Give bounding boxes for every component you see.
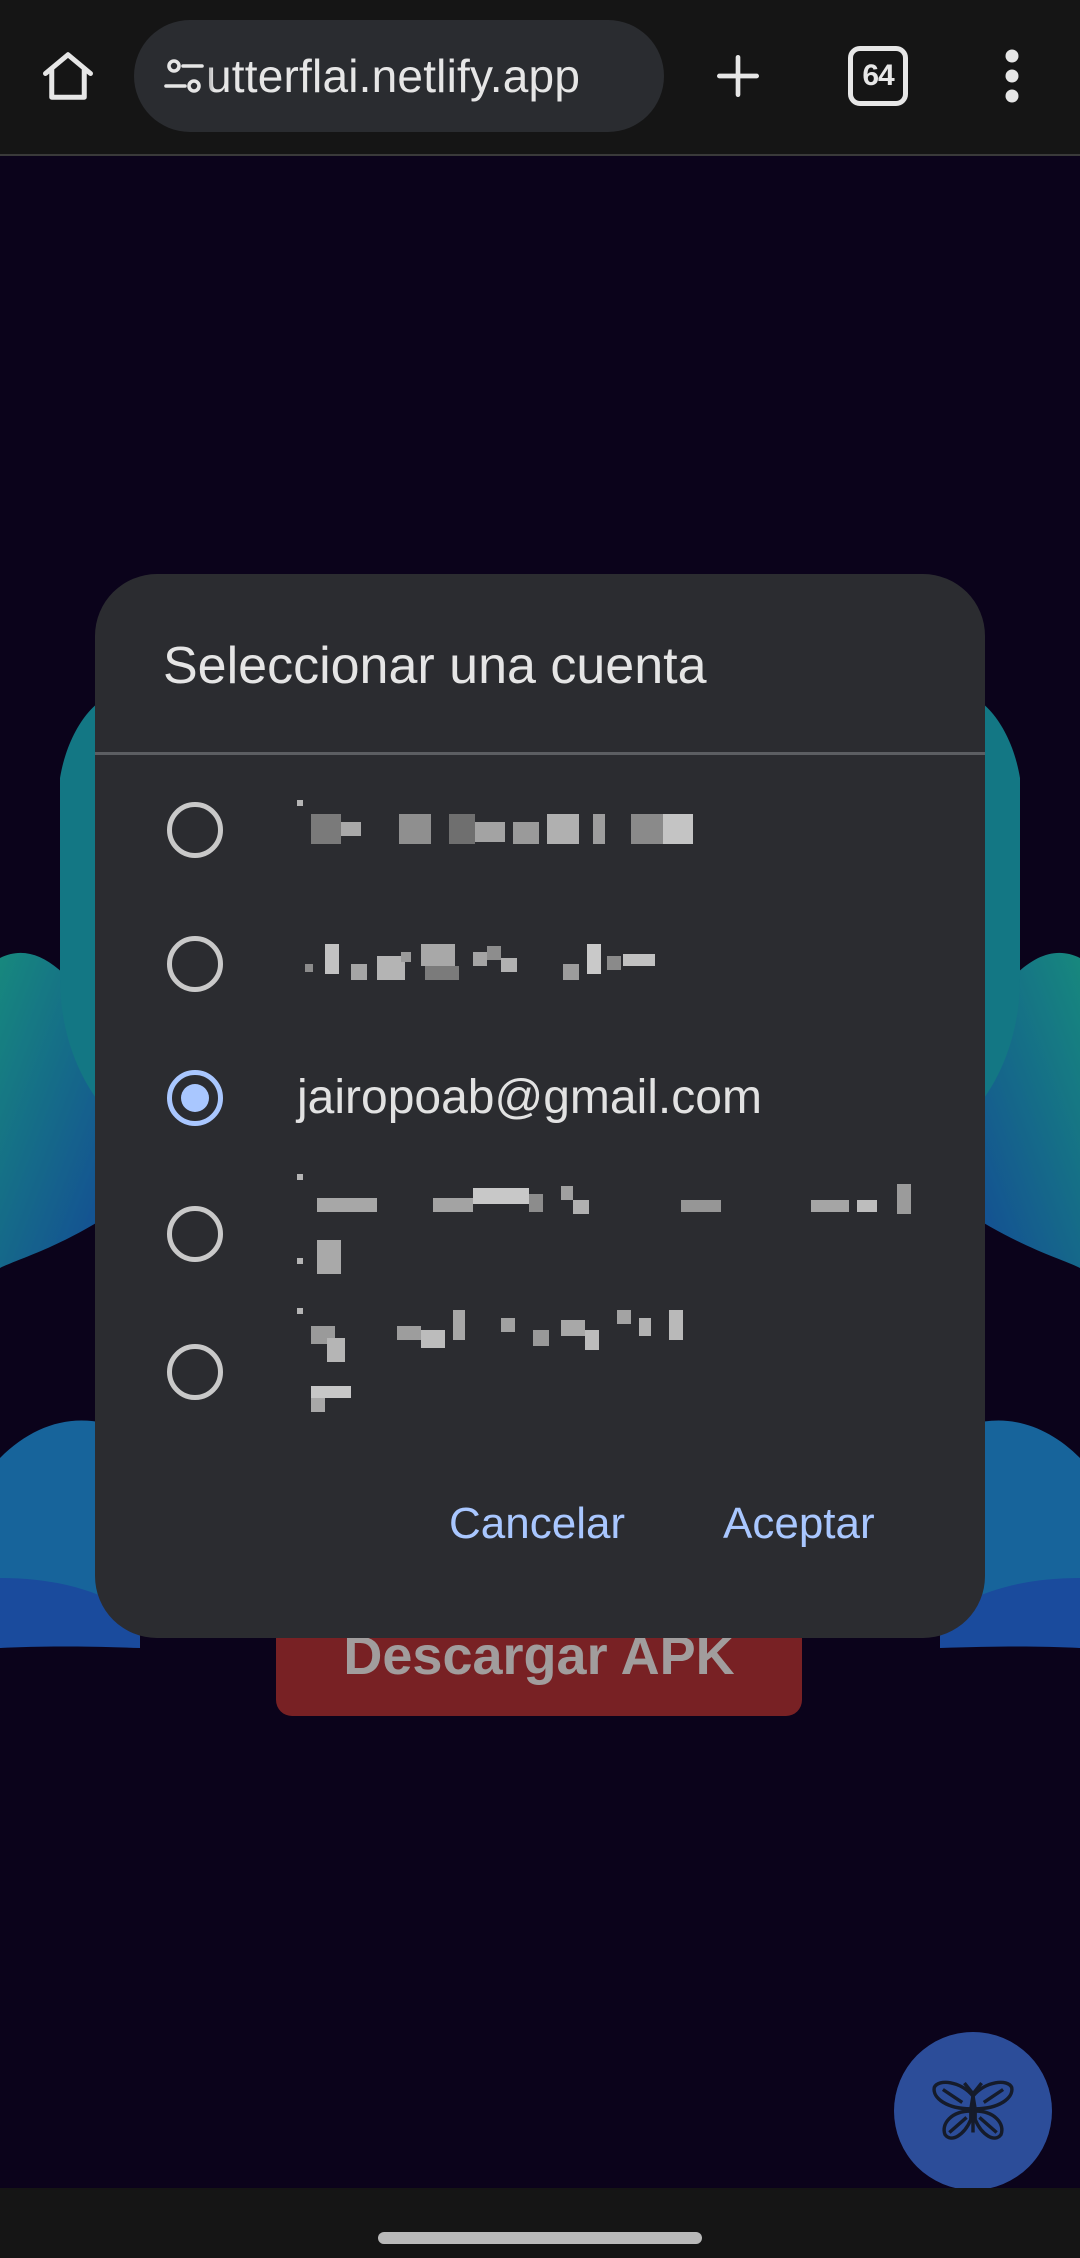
radio-button[interactable]	[167, 936, 223, 992]
accept-button[interactable]: Aceptar	[723, 1484, 875, 1564]
address-bar[interactable]: utterflai.netlify.app	[134, 20, 664, 132]
account-option[interactable]	[95, 762, 985, 898]
account-picker-dialog: Seleccionar una cuenta jairopoab@gmail.c…	[95, 574, 985, 1638]
system-navigation-bar	[0, 2188, 1080, 2258]
radio-button-selected[interactable]	[167, 1070, 223, 1126]
radio-button[interactable]	[167, 1344, 223, 1400]
account-option[interactable]	[95, 1164, 985, 1304]
home-icon[interactable]	[30, 38, 106, 114]
cancel-button[interactable]: Cancelar	[449, 1484, 625, 1564]
radio-button[interactable]	[167, 1206, 223, 1262]
tab-switcher-icon[interactable]: 64	[848, 46, 908, 106]
plus-icon[interactable]	[700, 38, 776, 114]
divider	[95, 752, 985, 755]
redacted-email	[297, 1170, 957, 1300]
url-text[interactable]: utterflai.netlify.app	[206, 20, 580, 132]
radio-button[interactable]	[167, 802, 223, 858]
redacted-email	[297, 792, 837, 872]
redacted-email	[297, 926, 837, 1006]
browser-toolbar: utterflai.netlify.app 64	[0, 0, 1080, 156]
tune-icon[interactable]	[154, 46, 214, 106]
account-option-selected[interactable]: jairopoab@gmail.com	[95, 1030, 985, 1166]
account-email: jairopoab@gmail.com	[297, 1071, 762, 1124]
account-option[interactable]	[95, 896, 985, 1032]
redacted-email	[297, 1304, 897, 1434]
dialog-title: Seleccionar una cuenta	[163, 637, 707, 695]
account-option[interactable]	[95, 1304, 985, 1444]
gesture-handle[interactable]	[378, 2232, 702, 2244]
more-vert-icon[interactable]	[982, 38, 1042, 114]
